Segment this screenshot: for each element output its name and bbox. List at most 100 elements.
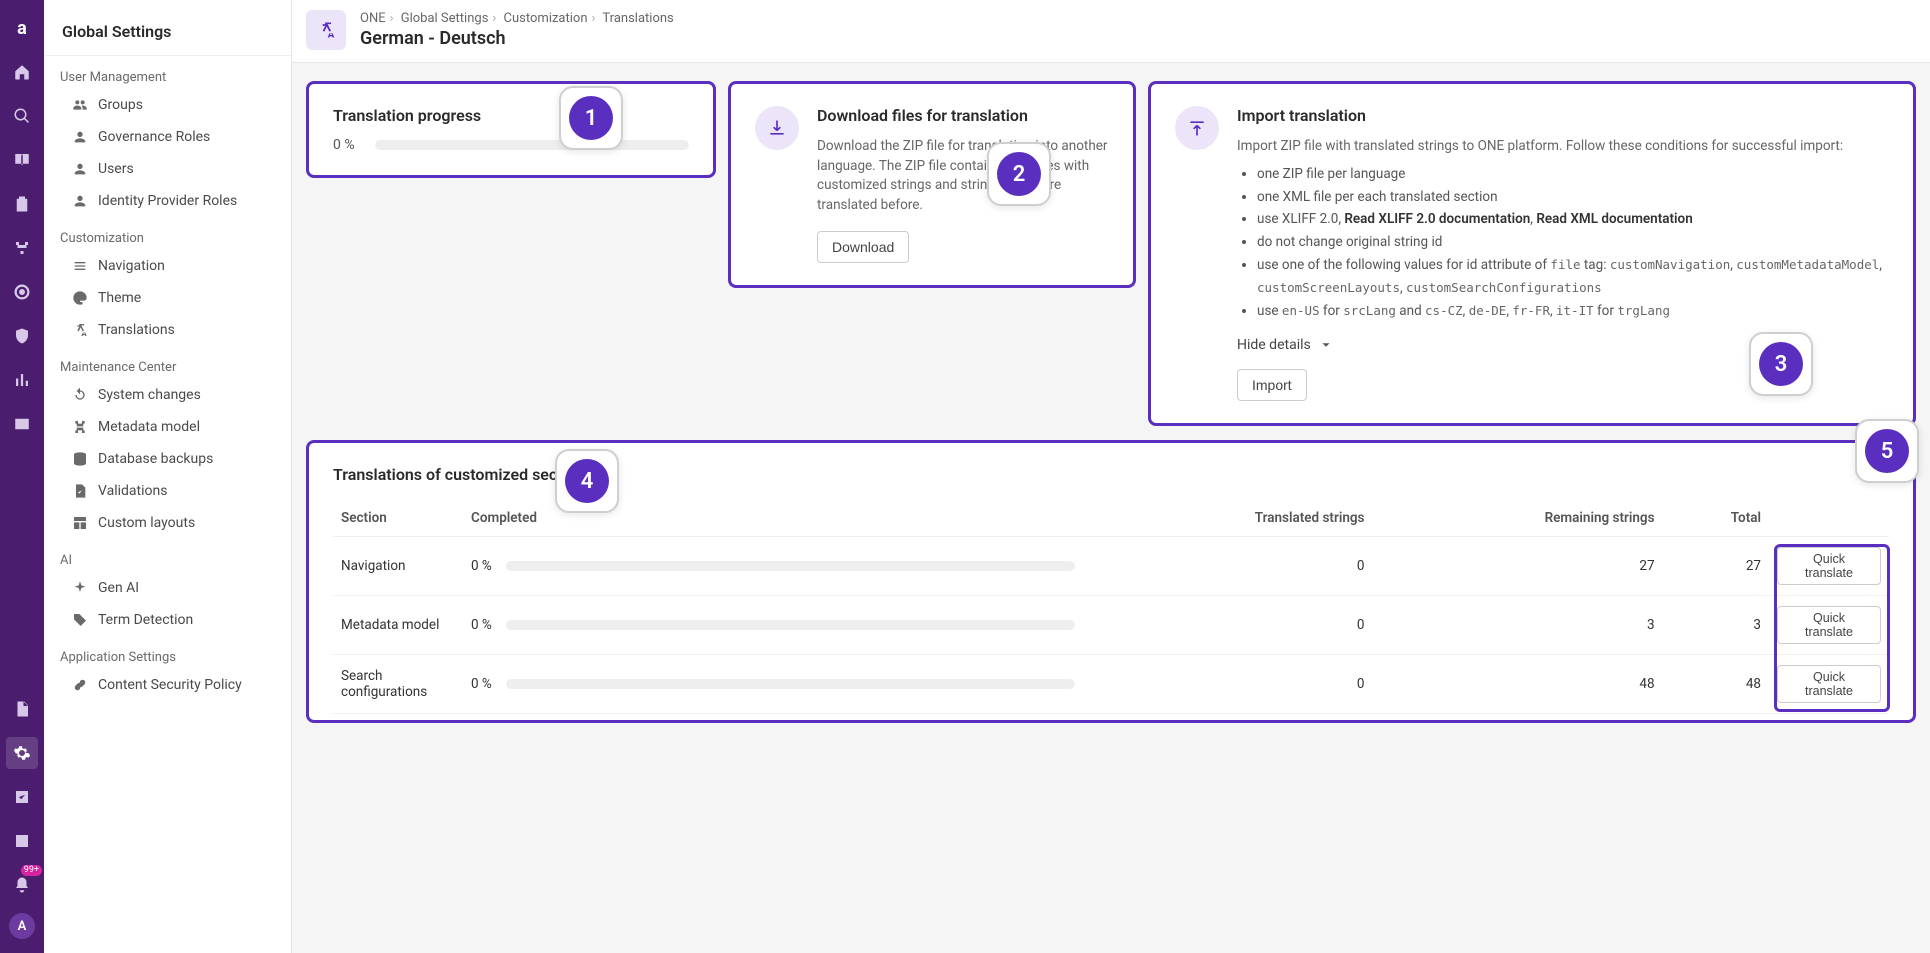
page-title: German - Deutsch: [360, 28, 674, 49]
sidebar-item-label: Metadata model: [98, 419, 200, 435]
quick-translate-button[interactable]: Quick translate: [1777, 665, 1881, 703]
annotation-badge-1: 1: [559, 86, 623, 150]
workflow-icon[interactable]: [6, 232, 38, 264]
quick-translate-button[interactable]: Quick translate: [1777, 606, 1881, 644]
card-title: Download files for translation: [817, 106, 1109, 125]
xml-doc-link[interactable]: Read XML documentation: [1536, 211, 1692, 227]
progress-bar: [375, 140, 689, 150]
sidebar-item-label: Content Security Policy: [98, 677, 242, 693]
list-item: one ZIP file per language: [1257, 163, 1889, 186]
explore-icon[interactable]: [6, 408, 38, 440]
sidebar-item-label: Gen AI: [98, 580, 139, 596]
progress-percent: 0 %: [333, 137, 363, 153]
target-icon[interactable]: [6, 276, 38, 308]
sidebar-item-label: Navigation: [98, 258, 165, 274]
sidebar-item-metadata-model[interactable]: Metadata model: [44, 411, 291, 443]
breadcrumb-item[interactable]: Global Settings: [401, 11, 489, 26]
import-button[interactable]: Import: [1237, 369, 1307, 401]
sidebar-item-label: Translations: [98, 322, 175, 338]
breadcrumb-item[interactable]: Translations: [602, 11, 673, 26]
sidebar-item-theme[interactable]: Theme: [44, 282, 291, 314]
check-icon[interactable]: [6, 781, 38, 813]
sidebar-item-navigation[interactable]: Navigation: [44, 250, 291, 282]
sidebar-title: Global Settings: [44, 0, 291, 56]
list-item: use XLIFF 2.0, Read XLIFF 2.0 documentat…: [1257, 208, 1889, 231]
database-icon: [72, 451, 88, 467]
sidebar-item-custom-layouts[interactable]: Custom layouts: [44, 507, 291, 539]
book-icon[interactable]: [6, 144, 38, 176]
annotation-badge-5: 5: [1855, 419, 1919, 483]
breadcrumb-item[interactable]: ONE: [360, 11, 386, 26]
sidebar-item-label: Theme: [98, 290, 141, 306]
translations-table-card: Translations of customized sections 4 Se…: [306, 440, 1916, 723]
home-icon[interactable]: [6, 56, 38, 88]
sidebar-section-ai: AI: [44, 539, 291, 572]
download-button[interactable]: Download: [817, 231, 909, 263]
card-description: Download the ZIP file for translation in…: [817, 137, 1109, 215]
row-progress-bar: [506, 679, 1075, 689]
notifications-icon[interactable]: 99+: [6, 869, 38, 901]
sidebar-section-app-settings: Application Settings: [44, 636, 291, 669]
upload-icon: [1175, 106, 1219, 150]
hide-details-toggle[interactable]: Hide details: [1237, 337, 1333, 353]
sidebar-item-label: Database backups: [98, 451, 213, 467]
chart-icon[interactable]: [6, 825, 38, 857]
download-card: Download files for translation Download …: [728, 81, 1136, 288]
translations-table: Section Completed Translated strings Rem…: [333, 500, 1889, 714]
sidebar-item-db-backups[interactable]: Database backups: [44, 443, 291, 475]
analytics-icon[interactable]: [6, 364, 38, 396]
sidebar-section-maintenance: Maintenance Center: [44, 346, 291, 379]
key-person-icon: [72, 193, 88, 209]
sidebar-item-csp[interactable]: Content Security Policy: [44, 669, 291, 701]
card-title: Import translation: [1237, 106, 1889, 125]
gear-icon[interactable]: [6, 737, 38, 769]
sidebar-item-translations[interactable]: Translations: [44, 314, 291, 346]
cell-translated: 0: [1083, 655, 1373, 714]
cell-remaining: 3: [1373, 596, 1663, 655]
shield-icon[interactable]: [6, 320, 38, 352]
user-avatar[interactable]: A: [9, 913, 35, 939]
sidebar-item-users[interactable]: Users: [44, 153, 291, 185]
import-card: Import translation Import ZIP file with …: [1148, 81, 1916, 426]
col-total: Total: [1663, 500, 1769, 537]
col-section: Section: [333, 500, 463, 537]
card-description: Import ZIP file with translated strings …: [1237, 137, 1889, 157]
icon-rail: a 99+ A: [0, 0, 44, 953]
annotation-badge-3: 3: [1749, 332, 1813, 396]
breadcrumb-item[interactable]: Customization: [504, 11, 588, 26]
import-conditions-list: one ZIP file per language one XML file p…: [1237, 163, 1889, 324]
sidebar-item-idp-roles[interactable]: Identity Provider Roles: [44, 185, 291, 217]
user-icon: [72, 161, 88, 177]
annotation-badge-4: 4: [555, 449, 619, 513]
palette-icon: [72, 290, 88, 306]
sidebar-item-label: Identity Provider Roles: [98, 193, 237, 209]
table-row: Search configurations0 %04848Quick trans…: [333, 655, 1889, 714]
clipboard-icon[interactable]: [6, 188, 38, 220]
cell-completed: 0 %: [463, 537, 1083, 596]
cell-section: Navigation: [333, 537, 463, 596]
groups-icon: [72, 97, 88, 113]
cell-total: 48: [1663, 655, 1769, 714]
app-logo-icon[interactable]: a: [6, 12, 38, 44]
table-row: Metadata model0 %033Quick translate: [333, 596, 1889, 655]
cell-total: 3: [1663, 596, 1769, 655]
tree-icon: [72, 419, 88, 435]
cell-remaining: 48: [1373, 655, 1663, 714]
sparkle-icon: [72, 580, 88, 596]
sidebar-item-groups[interactable]: Groups: [44, 89, 291, 121]
sidebar-item-validations[interactable]: Validations: [44, 475, 291, 507]
xliff-doc-link[interactable]: Read XLIFF 2.0 documentation: [1344, 211, 1530, 227]
sidebar-item-governance-roles[interactable]: Governance Roles: [44, 121, 291, 153]
table-row: Navigation0 %02727Quick translate: [333, 537, 1889, 596]
sidebar-item-gen-ai[interactable]: Gen AI: [44, 572, 291, 604]
chevron-down-icon: [1319, 338, 1333, 352]
sidebar-item-label: Users: [98, 161, 134, 177]
sidebar-item-term-detection[interactable]: Term Detection: [44, 604, 291, 636]
cell-section: Search configurations: [333, 655, 463, 714]
document-icon[interactable]: [6, 693, 38, 725]
list-item: use en-US for srcLang and cs-CZ, de-DE, …: [1257, 300, 1889, 323]
sidebar-item-label: System changes: [98, 387, 201, 403]
search-icon[interactable]: [6, 100, 38, 132]
quick-translate-button[interactable]: Quick translate: [1777, 547, 1881, 585]
sidebar-item-system-changes[interactable]: System changes: [44, 379, 291, 411]
